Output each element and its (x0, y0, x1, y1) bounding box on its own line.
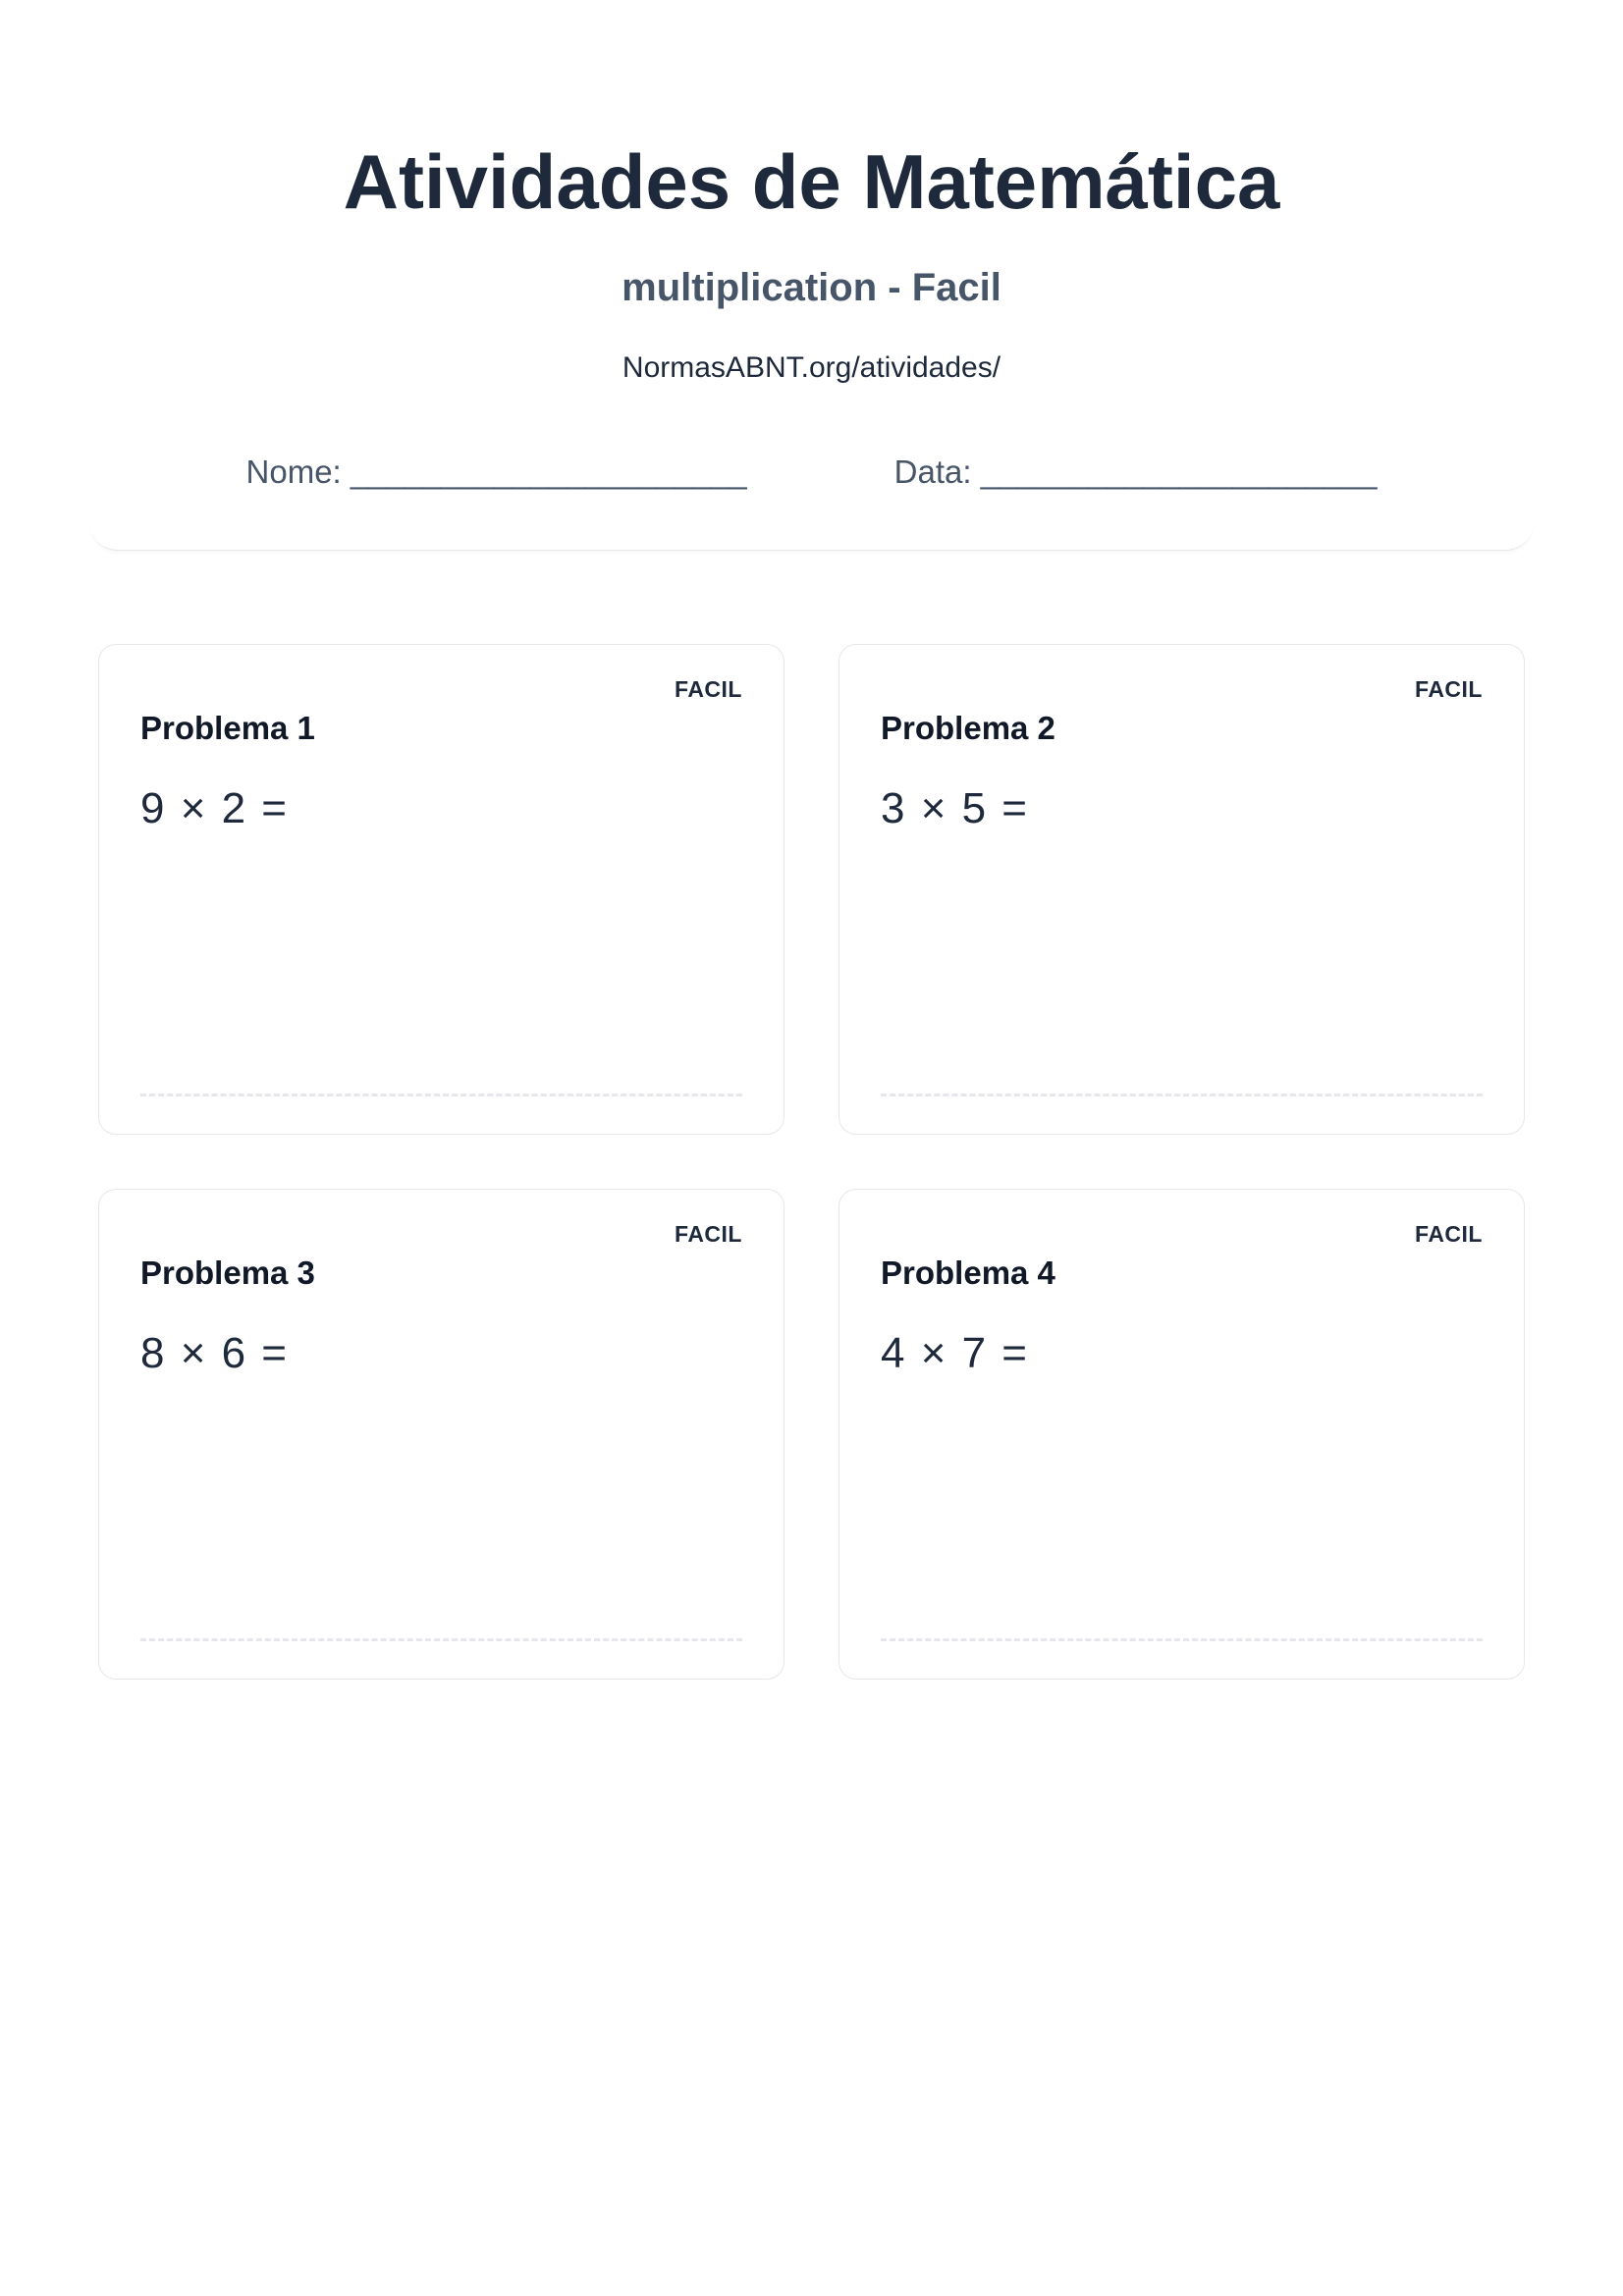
problem-expression: 8 × 6 = (140, 1329, 742, 1378)
difficulty-badge: FACIL (1415, 676, 1483, 703)
problem-expression: 4 × 7 = (881, 1329, 1483, 1378)
problem-title: Problema 1 (140, 710, 742, 747)
problem-card: FACIL Problema 3 8 × 6 = (98, 1189, 784, 1680)
difficulty-badge: FACIL (675, 1221, 742, 1248)
answer-line (140, 1638, 742, 1641)
page-title: Atividades de Matemática (88, 137, 1535, 227)
source-link: NormasABNT.org/atividades/ (88, 351, 1535, 385)
answer-line (881, 1094, 1483, 1096)
problem-card: FACIL Problema 1 9 × 2 = (98, 644, 784, 1135)
difficulty-badge: FACIL (1415, 1221, 1483, 1248)
worksheet-page: Atividades de Matemática multiplication … (0, 0, 1623, 1680)
problem-title: Problema 4 (881, 1255, 1483, 1292)
difficulty-badge: FACIL (675, 676, 742, 703)
problem-title: Problema 2 (881, 710, 1483, 747)
problem-expression: 9 × 2 = (140, 784, 742, 833)
date-field: Data: ______________________ (894, 454, 1378, 491)
problems-grid: FACIL Problema 1 9 × 2 = FACIL Problema … (88, 644, 1535, 1680)
answer-line (140, 1094, 742, 1096)
problem-title: Problema 3 (140, 1255, 742, 1292)
page-subtitle: multiplication - Facil (88, 266, 1535, 310)
problem-card: FACIL Problema 2 3 × 5 = (839, 644, 1525, 1135)
problem-expression: 3 × 5 = (881, 784, 1483, 833)
answer-line (881, 1638, 1483, 1641)
name-field: Nome: ______________________ (246, 454, 747, 491)
worksheet-header: Atividades de Matemática multiplication … (88, 137, 1535, 551)
student-fields: Nome: ______________________ Data: _____… (88, 454, 1535, 491)
problem-card: FACIL Problema 4 4 × 7 = (839, 1189, 1525, 1680)
